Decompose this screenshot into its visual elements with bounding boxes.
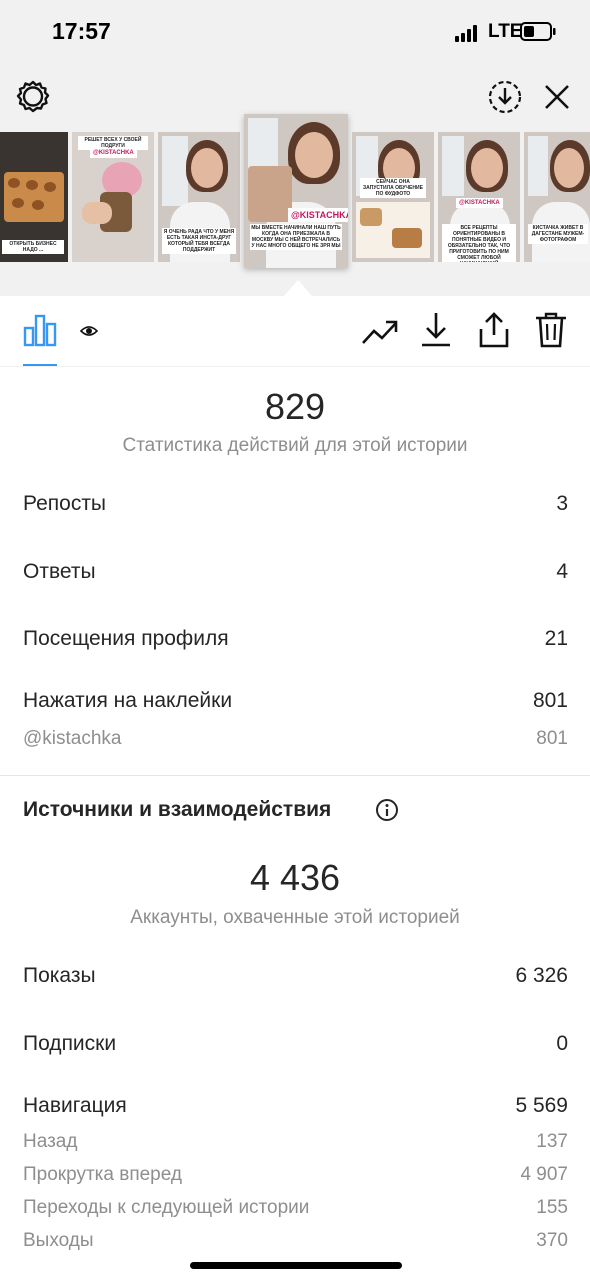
stat-label: Посещения профиля: [23, 627, 229, 650]
download-circle-icon[interactable]: [486, 78, 524, 116]
nav-row-back: Назад 137: [23, 1131, 568, 1153]
stat-value: 0: [556, 1032, 568, 1055]
stat-value: 21: [544, 627, 568, 650]
mention-sticker: @KISTACHKA: [456, 198, 503, 208]
stat-label: Ответы: [23, 560, 96, 583]
sticker-mention-row[interactable]: @kistachka 801: [23, 728, 568, 750]
thumbnail-caption: МЫ ВМЕСТЕ НАЧИНАЛИ НАШ ПУТЬ КОГДА ОНА ПР…: [250, 224, 342, 250]
share-icon[interactable]: [476, 310, 512, 350]
nav-label: Выходы: [23, 1230, 94, 1251]
stat-row-sticker-taps: Нажатия на наклейки 801: [23, 689, 568, 713]
story-preview-area: 17:57 LTE ОТКРЫТЬ БИЗНЕС НАДО ... РЕШЕТ …: [0, 0, 590, 296]
trash-icon[interactable]: [532, 310, 570, 350]
reach-label: Аккаунты, охваченные этой историей: [130, 907, 460, 928]
stat-row-shares: Репосты 3: [23, 492, 568, 516]
nav-row-next-story: Переходы к следующей истории 155: [23, 1197, 568, 1219]
active-tab-indicator: [23, 364, 57, 366]
stat-row-follows: Подписки 0: [23, 1032, 568, 1056]
discovery-title: Источники и взаимодействия: [23, 798, 332, 821]
sticker-mention-label: @kistachka: [23, 728, 122, 749]
eye-icon[interactable]: [78, 320, 100, 342]
thumbnail-caption: ОТКРЫТЬ БИЗНЕС НАДО ...: [2, 240, 64, 254]
thumbnail-caption: ВСЕ РЕЦЕПТЫ ОРИЕНТИРОВАНЫ В ПОНЯТНЫЕ ВИД…: [442, 224, 516, 262]
story-thumbnail[interactable]: КИСТАЧКА ЖИВЕТ В ДАГЕСТАНЕ МУЖЕМ-ФОТОГРА…: [524, 132, 590, 262]
stat-label: Показы: [23, 964, 96, 987]
stat-value: 3: [556, 492, 568, 515]
status-time: 17:57: [52, 18, 111, 44]
stat-row-navigation: Навигация 5 569: [23, 1094, 568, 1118]
story-thumbnail[interactable]: @KISTACHKA ВСЕ РЕЦЕПТЫ ОРИЕНТИРОВАНЫ В П…: [438, 132, 520, 262]
actions-label: Статистика действий для этой истории: [122, 435, 468, 456]
info-icon[interactable]: [375, 798, 399, 822]
story-thumbnail[interactable]: СЕЙЧАС ОНА ЗАПУСТИЛА ОБУЧЕНИЕ ПО ФУДФОТО: [352, 132, 434, 262]
nav-value: 137: [536, 1131, 568, 1152]
mention-sticker: @KISTACHKA: [288, 208, 348, 222]
close-icon[interactable]: [540, 80, 574, 114]
nav-row-forward: Прокрутка вперед 4 907: [23, 1164, 568, 1186]
stat-value: 801: [532, 689, 568, 712]
nav-label: Прокрутка вперед: [23, 1164, 182, 1185]
signal-icon: [455, 24, 481, 42]
stat-label: Нажатия на наклейки: [23, 689, 233, 712]
nav-label: Переходы к следующей истории: [23, 1197, 310, 1218]
battery-icon: [520, 22, 556, 41]
stat-value: 4: [556, 560, 568, 583]
story-thumbnail[interactable]: ОТКРЫТЬ БИЗНЕС НАДО ...: [0, 132, 68, 262]
stat-label: Подписки: [23, 1032, 117, 1055]
trend-up-icon[interactable]: [360, 314, 400, 350]
thumbnail-caption: СЕЙЧАС ОНА ЗАПУСТИЛА ОБУЧЕНИЕ ПО ФУДФОТО: [360, 178, 426, 198]
home-indicator[interactable]: [190, 1262, 402, 1269]
nav-label: Назад: [23, 1131, 78, 1152]
reach-total: 4 436: [249, 857, 341, 898]
story-thumbnail-selected[interactable]: МЫ ВМЕСТЕ НАЧИНАЛИ НАШ ПУТЬ КОГДА ОНА ПР…: [244, 114, 348, 268]
story-thumbnail[interactable]: Я ОЧЕНЬ РАДА ЧТО У МЕНЯ ЕСТЬ ТАКАЯ ИНСТА…: [158, 132, 240, 262]
thumbnail-caption: КИСТАЧКА ЖИВЕТ В ДАГЕСТАНЕ МУЖЕМ-ФОТОГРА…: [528, 224, 588, 244]
section-divider: [0, 775, 590, 776]
stat-row-impressions: Показы 6 326: [23, 964, 568, 988]
selected-story-pointer: [284, 280, 312, 296]
network-type: LTE: [488, 21, 523, 42]
mention-sticker: @KISTACHKA: [90, 148, 137, 158]
download-icon[interactable]: [418, 310, 454, 350]
story-thumbnail[interactable]: РЕШЕТ ВСЕХ У СВОЕЙ ПОДРУГИ @KISTACHKA: [72, 132, 154, 262]
stat-value: 6 326: [515, 964, 568, 987]
story-thumbnails: ОТКРЫТЬ БИЗНЕС НАДО ... РЕШЕТ ВСЕХ У СВО…: [0, 112, 590, 272]
stat-row-replies: Ответы 4: [23, 560, 568, 584]
status-bar: 17:57 LTE: [0, 0, 590, 64]
actions-total: 829: [264, 386, 326, 427]
stat-value: 5 569: [515, 1094, 568, 1117]
sticker-mention-value: 801: [536, 728, 568, 749]
gear-icon[interactable]: [14, 78, 52, 116]
stat-label: Навигация: [23, 1094, 127, 1117]
nav-value: 370: [536, 1230, 568, 1251]
bar-chart-icon[interactable]: [20, 310, 60, 350]
insights-toolbar: [0, 296, 590, 367]
nav-value: 155: [536, 1197, 568, 1218]
thumbnail-caption: Я ОЧЕНЬ РАДА ЧТО У МЕНЯ ЕСТЬ ТАКАЯ ИНСТА…: [162, 228, 236, 254]
stat-row-profile-visits: Посещения профиля 21: [23, 627, 568, 651]
stat-label: Репосты: [23, 492, 107, 515]
nav-row-exits: Выходы 370: [23, 1230, 568, 1252]
nav-value: 4 907: [520, 1164, 568, 1185]
